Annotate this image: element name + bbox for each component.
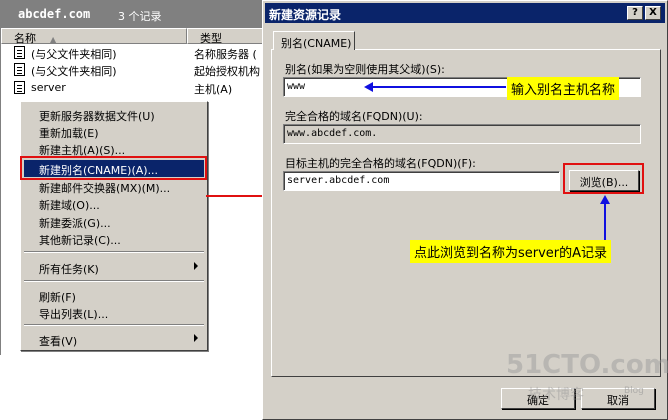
menu-item-new-delegation[interactable]: 新建委派(G)... <box>24 213 204 230</box>
submenu-arrow-icon <box>194 334 198 342</box>
table-row[interactable]: (与父文件夹相同) 名称服务器 ( <box>1 44 265 62</box>
help-icon[interactable]: ? <box>627 6 643 20</box>
annotation-highlight-box <box>20 156 207 180</box>
table-row[interactable]: (与父文件夹相同) 起始授权机构 <box>1 61 265 79</box>
menu-item-export-list[interactable]: 导出列表(L)... <box>24 304 204 321</box>
menu-separator <box>24 324 204 326</box>
close-icon[interactable]: X <box>645 6 661 20</box>
column-header-name[interactable]: 名称 ▲ <box>1 28 187 45</box>
menu-item-update-server-file[interactable]: 更新服务器数据文件(U) <box>24 106 204 123</box>
watermark-sub: 技术博客 <box>528 387 584 403</box>
menu-item-new-mx[interactable]: 新建邮件交换器(MX)(M)... <box>24 178 204 195</box>
target-host-label: 目标主机的完全合格的域名(FQDN)(F): <box>285 157 476 170</box>
menu-separator <box>24 280 204 282</box>
tab-cname[interactable]: 别名(CNAME) <box>273 31 355 50</box>
fqdn-label: 完全合格的域名(FQDN)(U): <box>285 110 423 123</box>
menu-separator <box>24 251 204 253</box>
menu-item-other-records[interactable]: 其他新记录(C)... <box>24 230 204 247</box>
submenu-arrow-icon <box>194 262 198 270</box>
annotation-arrow <box>206 195 266 197</box>
annotation-arrow <box>604 204 606 240</box>
zone-name: abcdef.com <box>18 7 91 21</box>
table-row[interactable]: server 主机(A) <box>1 79 265 97</box>
watermark-blog: Blog <box>624 386 644 396</box>
zone-header: abcdef.com 3 个记录 <box>0 0 264 28</box>
record-icon <box>14 81 25 94</box>
menu-item-all-tasks[interactable]: 所有任务(K) <box>24 259 204 276</box>
annotation-arrow <box>370 86 506 88</box>
fqdn-field: www.abcdef.com. <box>283 124 641 144</box>
menu-item-reload[interactable]: 重新加载(E) <box>24 123 204 140</box>
watermark: 51CTO.com <box>506 350 668 380</box>
annotation-highlight-box <box>563 163 644 194</box>
title-bar[interactable]: 新建资源记录 ? X <box>265 3 665 23</box>
record-count: 3 个记录 <box>118 10 162 23</box>
arrow-up-icon <box>600 195 610 204</box>
menu-item-new-host[interactable]: 新建主机(A)(S)... <box>24 140 204 157</box>
record-icon <box>14 46 25 59</box>
arrow-left-icon <box>364 82 373 92</box>
menu-item-view[interactable]: 查看(V) <box>24 331 204 348</box>
alias-hint-callout: 输入别名主机名称 <box>507 77 620 100</box>
context-menu: 更新服务器数据文件(U) 重新加载(E) 新建主机(A)(S)... 新建别名(… <box>20 101 208 351</box>
dialog-title: 新建资源记录 <box>269 8 342 22</box>
menu-item-new-domain[interactable]: 新建域(O)... <box>24 195 204 212</box>
menu-item-refresh[interactable]: 刷新(F) <box>24 287 204 304</box>
sort-ascending-icon: ▲ <box>50 35 57 44</box>
column-header-type[interactable]: 类型 <box>187 28 265 45</box>
record-icon <box>14 63 25 76</box>
browse-hint-callout: 点此浏览到名称为server的A记录 <box>410 240 612 263</box>
alias-label: 别名(如果为空则使用其父域)(S): <box>285 63 445 76</box>
target-host-input[interactable]: server.abcdef.com <box>283 171 560 191</box>
